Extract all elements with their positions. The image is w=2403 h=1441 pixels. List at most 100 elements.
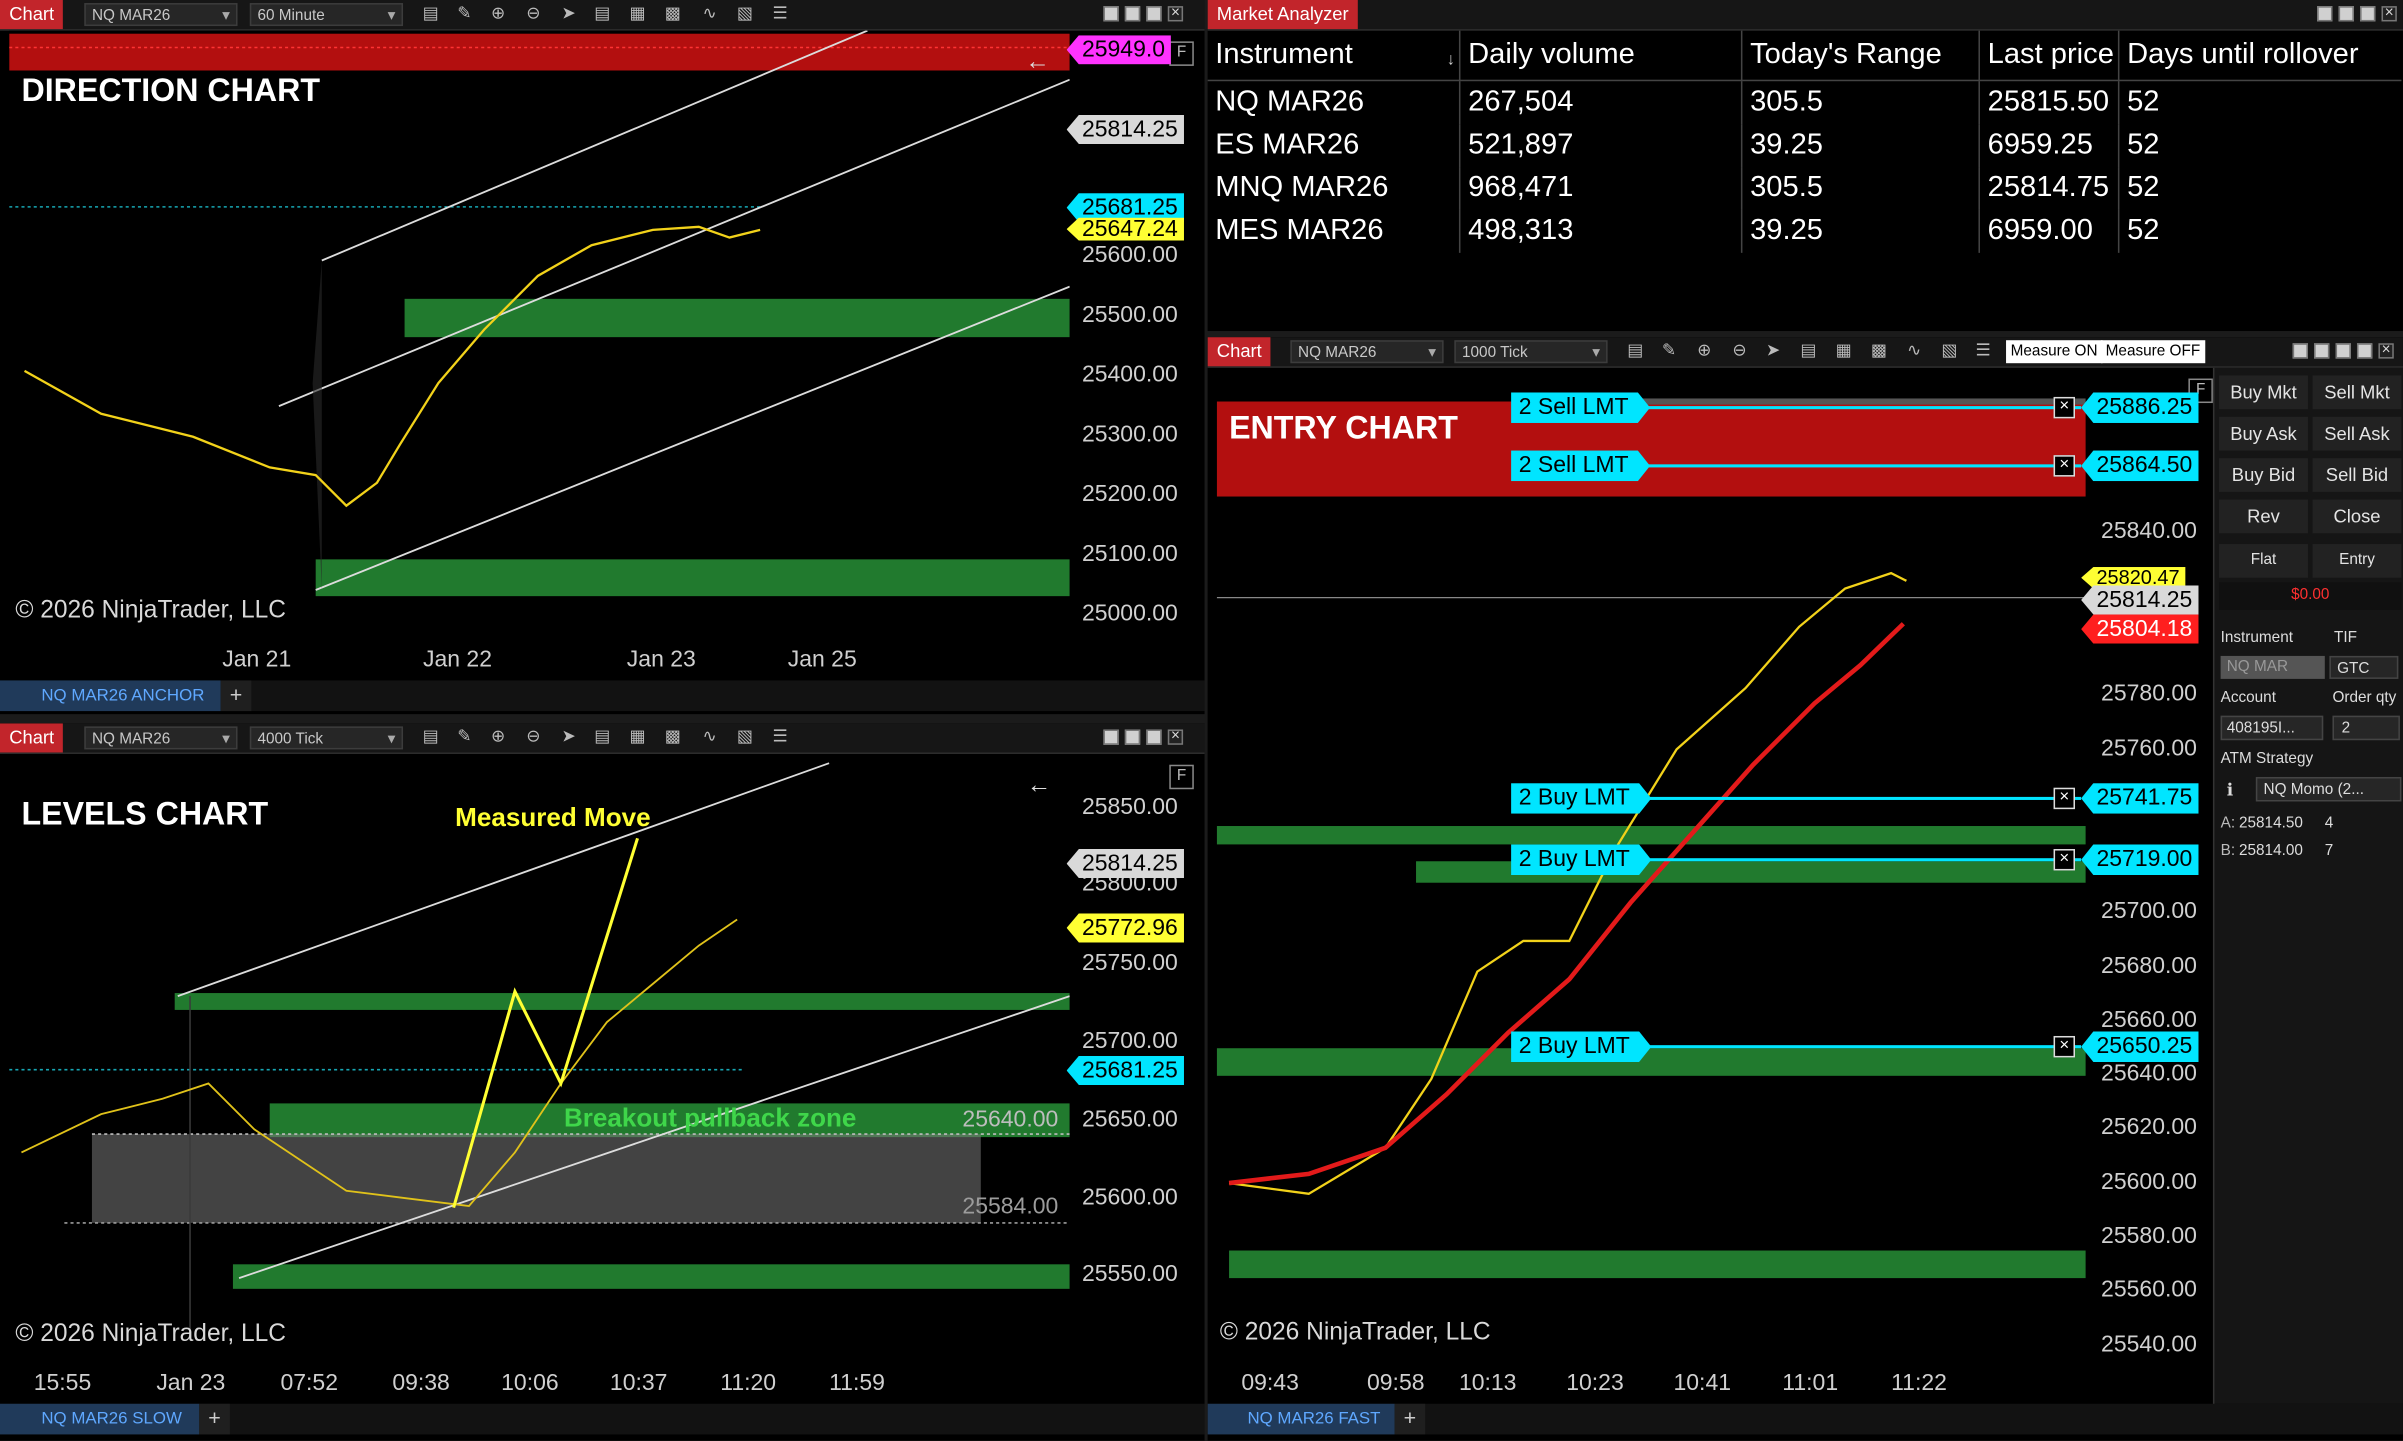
order-qty-stepper[interactable]: 2 — [2332, 715, 2400, 741]
column-header[interactable]: Days until rollover — [2118, 30, 2402, 82]
close-icon[interactable]: × — [1167, 5, 1184, 22]
bar-type-icon[interactable]: ▤ — [420, 5, 441, 25]
strategies-icon[interactable]: ∿ — [699, 5, 720, 25]
zoom-in-icon[interactable]: ⊕ — [1693, 342, 1714, 362]
instrument-selector[interactable]: NQ MAR26 — [84, 3, 238, 28]
strategies-icon[interactable]: ∿ — [699, 728, 720, 748]
back-arrow-icon[interactable]: ← — [1025, 49, 1050, 77]
data-box-icon[interactable]: ▤ — [1798, 342, 1819, 362]
levels-plot[interactable]: LEVELS CHART Measured Move Breakout pull… — [9, 753, 1070, 1358]
atm-strategy-selector[interactable]: NQ Momo (2... — [2255, 776, 2402, 802]
column-header[interactable]: Last price — [1979, 30, 2120, 82]
templates-icon[interactable]: ▧ — [734, 5, 755, 25]
data-box-icon[interactable]: ▤ — [592, 5, 613, 25]
order-line[interactable] — [1636, 858, 2082, 862]
templates-icon[interactable]: ▧ — [734, 728, 755, 748]
order-line[interactable] — [1636, 464, 2082, 468]
minimize-button[interactable] — [2335, 343, 2351, 359]
maximize-button[interactable] — [1146, 729, 1162, 745]
maximize-button[interactable] — [2360, 6, 2376, 22]
buy-market-button[interactable]: Buy Mkt — [2219, 375, 2308, 410]
pointer-icon[interactable]: ➤ — [558, 728, 579, 748]
buy-bid-button[interactable]: Buy Bid — [2219, 458, 2308, 492]
order-label[interactable]: 2 Sell LMT — [1511, 451, 1650, 482]
column-header[interactable]: Instrument — [1207, 30, 1461, 82]
market-analyzer-table[interactable]: Instrument Daily volume Today's Range La… — [1207, 30, 2402, 253]
entry-plot[interactable]: ENTRY CHART © 2026 NinjaTrader, LLC — [1216, 373, 2086, 1358]
close-icon[interactable]: × — [2381, 5, 2397, 22]
indicators-icon[interactable]: ▩ — [662, 728, 683, 748]
order-label[interactable]: 2 Buy LMT — [1511, 1031, 1651, 1062]
menu-icon[interactable]: ☰ — [769, 5, 790, 25]
order-line[interactable] — [1636, 1045, 2082, 1049]
direction-plot[interactable]: DIRECTION CHART ← © 2026 NinjaTrader, LL… — [9, 30, 1070, 632]
minimize-button[interactable] — [1124, 6, 1141, 22]
column-header[interactable]: Today's Range — [1741, 30, 1980, 82]
strategies-icon[interactable]: ∿ — [1903, 342, 1924, 362]
interval-selector[interactable]: 1000 Tick — [1454, 340, 1608, 365]
zoom-out-icon[interactable]: ⊖ — [523, 5, 544, 25]
tile-window-button[interactable] — [2314, 343, 2330, 359]
data-box-icon[interactable]: ▤ — [592, 728, 613, 748]
interval-selector[interactable]: 60 Minute — [249, 3, 404, 28]
cancel-order-icon[interactable]: × — [2053, 455, 2076, 477]
order-label[interactable]: 2 Sell LMT — [1511, 392, 1650, 423]
tab-nq-mar26-anchor[interactable]: NQ MAR26 ANCHOR — [0, 680, 221, 712]
zoom-in-icon[interactable]: ⊕ — [487, 5, 508, 25]
order-label[interactable]: 2 Buy LMT — [1511, 783, 1651, 814]
table-row[interactable]: MES MAR26 498,313 39.25 6959.00 52 — [1207, 209, 2402, 253]
tile-window-button[interactable] — [1103, 729, 1119, 745]
minimize-button[interactable] — [2338, 6, 2354, 22]
levels-flag[interactable]: F — [1169, 764, 1194, 790]
tile-window-button[interactable] — [2292, 343, 2308, 359]
measure-off-button[interactable]: Measure OFF — [2101, 340, 2205, 364]
measure-on-button[interactable]: Measure ON — [2006, 340, 2103, 364]
cancel-order-icon[interactable]: × — [2053, 849, 2076, 871]
buy-ask-button[interactable]: Buy Ask — [2219, 416, 2308, 451]
add-tab-button[interactable]: + — [199, 1403, 230, 1435]
close-icon[interactable]: × — [2378, 343, 2394, 359]
info-icon[interactable]: ℹ — [2227, 780, 2233, 800]
zoom-out-icon[interactable]: ⊖ — [1729, 342, 1750, 362]
menu-icon[interactable]: ☰ — [769, 728, 790, 748]
add-tab-button[interactable]: + — [220, 680, 252, 712]
properties-icon[interactable]: ▦ — [627, 728, 648, 748]
bar-type-icon[interactable]: ▤ — [1624, 342, 1645, 362]
sort-arrow-icon[interactable]: ↓ — [1447, 51, 1455, 69]
properties-icon[interactable]: ▦ — [627, 5, 648, 25]
sell-market-button[interactable]: Sell Mkt — [2312, 375, 2402, 410]
table-row[interactable]: NQ MAR26 267,504 305.5 25815.50 52 — [1207, 80, 2402, 125]
order-label[interactable]: 2 Buy LMT — [1511, 844, 1651, 875]
bar-type-icon[interactable]: ▤ — [420, 728, 441, 748]
instrument-selector[interactable]: NQ MAR26 — [1290, 340, 1444, 365]
draw-tool-icon[interactable]: ✎ — [454, 728, 475, 748]
column-header[interactable]: Daily volume — [1459, 30, 1743, 82]
pointer-icon[interactable]: ➤ — [558, 5, 579, 25]
cancel-order-icon[interactable]: × — [2053, 396, 2076, 419]
add-tab-button[interactable]: + — [1394, 1403, 1426, 1435]
tab-nq-mar26-slow[interactable]: NQ MAR26 SLOW — [0, 1403, 200, 1435]
flatten-button[interactable]: Flat — [2219, 544, 2308, 578]
close-icon[interactable]: × — [1167, 729, 1184, 745]
tif-selector[interactable]: GTC — [2329, 655, 2399, 679]
order-line[interactable] — [1636, 406, 2082, 410]
indicators-icon[interactable]: ▩ — [662, 5, 683, 25]
table-row[interactable]: MNQ MAR26 968,471 305.5 25814.75 52 — [1207, 167, 2402, 210]
sell-ask-button[interactable]: Sell Ask — [2312, 416, 2402, 451]
draw-tool-icon[interactable]: ✎ — [454, 5, 475, 25]
indicators-icon[interactable]: ▩ — [1868, 342, 1889, 362]
minimize-button[interactable] — [1124, 729, 1141, 745]
ct-instrument-selector[interactable]: NQ MAR — [2220, 655, 2325, 679]
tile-window-button[interactable] — [2317, 6, 2333, 22]
direction-flag[interactable]: F — [1169, 41, 1194, 66]
cancel-order-icon[interactable]: × — [2053, 1035, 2076, 1058]
reverse-button[interactable]: Rev — [2219, 499, 2308, 534]
menu-icon[interactable]: ☰ — [1972, 342, 1993, 362]
tab-nq-mar26-fast[interactable]: NQ MAR26 FAST — [1207, 1403, 1395, 1435]
templates-icon[interactable]: ▧ — [1939, 342, 1960, 362]
maximize-button[interactable] — [1146, 6, 1162, 22]
table-row[interactable]: ES MAR26 521,897 39.25 6959.25 52 — [1207, 124, 2402, 168]
maximize-button[interactable] — [2356, 343, 2373, 359]
order-line[interactable] — [1636, 796, 2082, 800]
account-selector[interactable]: 408195I... — [2220, 715, 2324, 741]
